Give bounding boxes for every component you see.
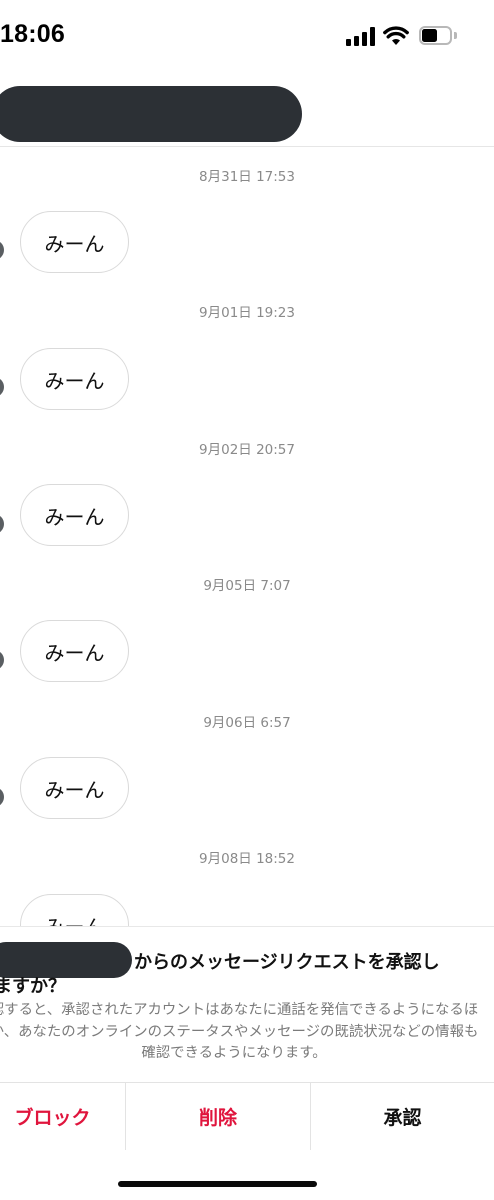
message-timestamp: 9月05日 7:07	[203, 578, 291, 594]
message-bubble[interactable]: みーん	[20, 894, 129, 926]
message-text: みーん	[44, 231, 105, 256]
sender-avatar[interactable]	[0, 240, 4, 260]
message-timestamp: 9月01日 19:23	[199, 305, 295, 321]
message-timestamp: 9月02日 20:57	[199, 442, 295, 458]
message-bubble[interactable]: みーん	[20, 757, 129, 819]
sender-avatar[interactable]	[0, 650, 4, 670]
message-text: みーん	[45, 911, 105, 927]
signal-icon	[346, 26, 376, 46]
message-text: みーん	[44, 368, 105, 393]
accept-button[interactable]: 承認	[311, 1083, 494, 1150]
message-bubble[interactable]: みーん	[20, 620, 129, 682]
message-text: みーん	[44, 777, 105, 802]
request-title: からのメッセージリクエストを承認し	[134, 952, 440, 973]
message-timestamp: 9月06日 6:57	[203, 715, 291, 731]
block-button[interactable]: ブロック	[0, 1083, 125, 1150]
message-bubble-partial: みーん	[0, 886, 494, 926]
sender-avatar[interactable]	[0, 377, 4, 397]
wifi-icon	[383, 26, 409, 45]
message-timestamp: 9月08日 18:52	[199, 851, 295, 867]
message-timestamp: 8月31日 17:53	[199, 169, 295, 185]
message-text: みーん	[44, 504, 105, 529]
redacted-username-header[interactable]	[0, 86, 302, 142]
request-description: 認すると、承認されたアカウントはあなたに通話を発信できるようになるほか、あなたの…	[0, 1002, 479, 1061]
message-bubble[interactable]: みーん	[20, 484, 129, 546]
screen: 18:06 8月31日 17:53 みーん 9月01日 19:23 みーん 9月…	[0, 0, 494, 1200]
status-time: 18:06	[0, 20, 65, 48]
message-bubble[interactable]: みーん	[20, 348, 129, 410]
panel-divider	[0, 926, 494, 927]
home-indicator[interactable]	[118, 1181, 317, 1187]
delete-button[interactable]: 削除	[126, 1083, 310, 1150]
sender-avatar[interactable]	[0, 514, 4, 534]
header-divider	[0, 146, 494, 147]
battery-icon	[419, 26, 457, 46]
message-bubble[interactable]: みーん	[20, 211, 129, 273]
message-text: みーん	[44, 640, 105, 665]
sender-avatar[interactable]	[0, 787, 4, 807]
request-title-continued: ますか？	[0, 976, 66, 997]
